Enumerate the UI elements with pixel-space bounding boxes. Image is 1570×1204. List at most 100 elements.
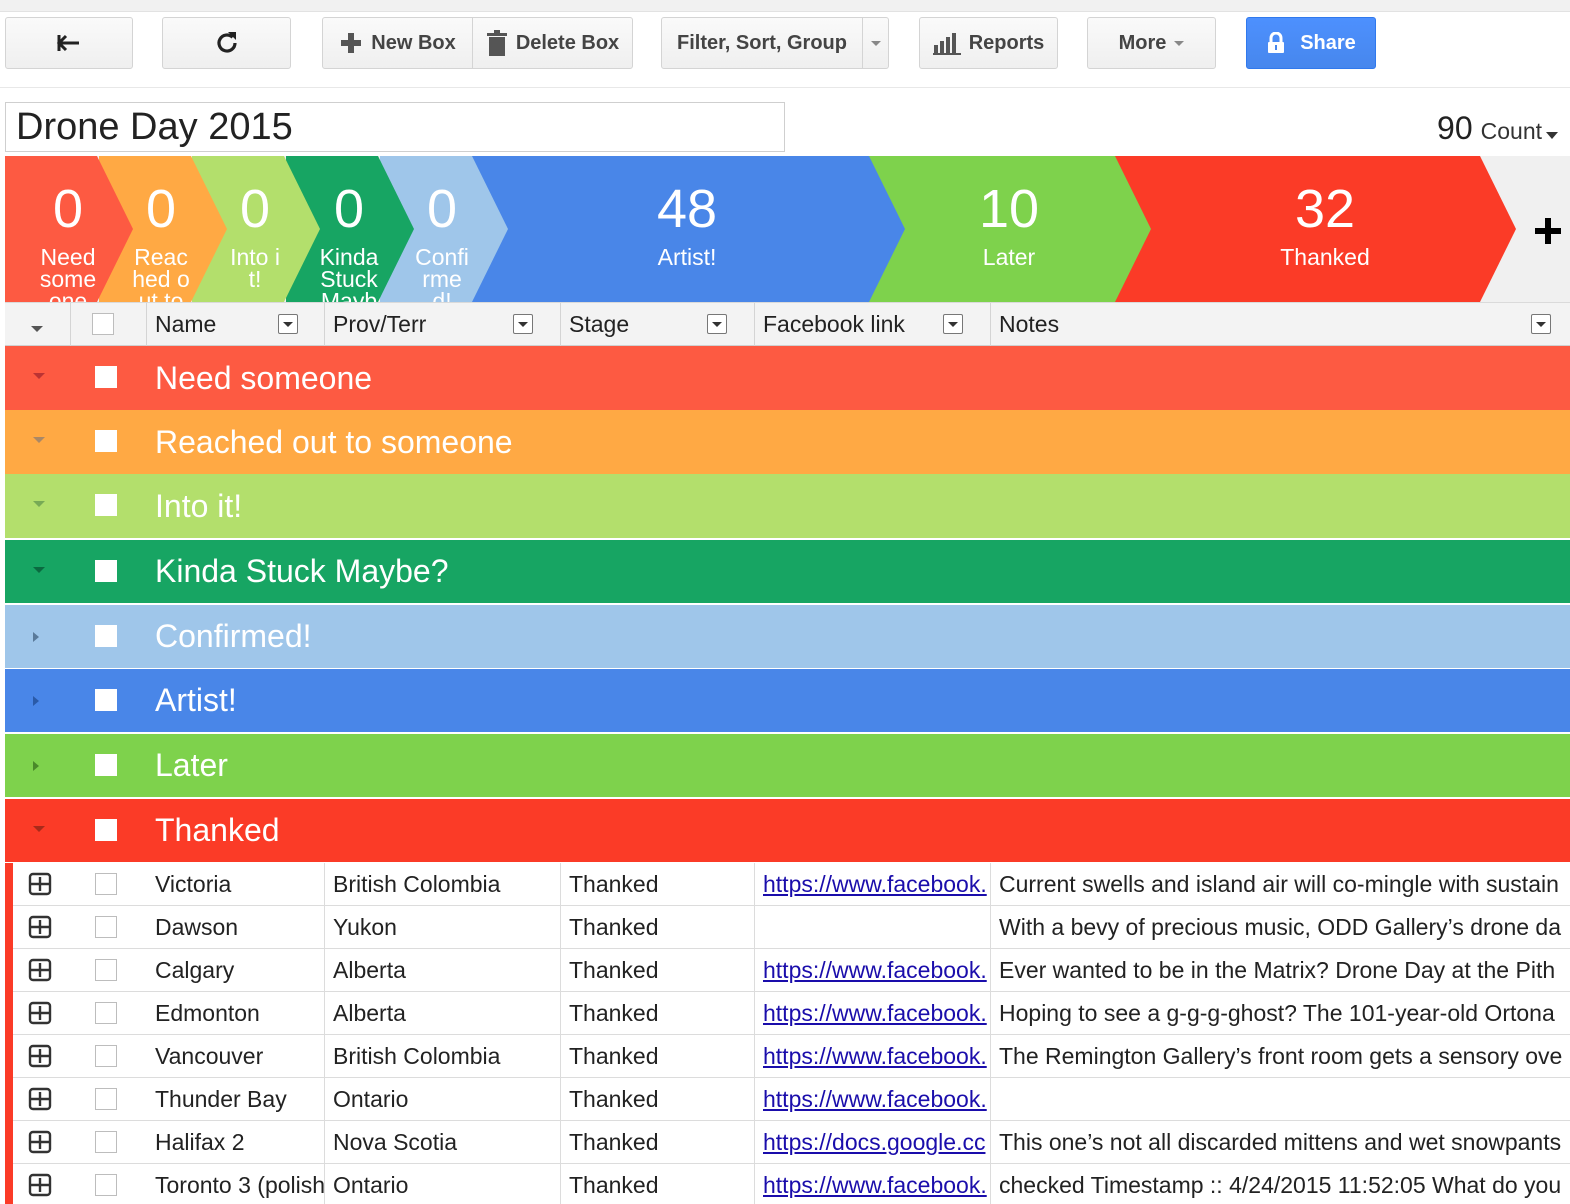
chevron-down-icon[interactable] [33, 567, 45, 573]
more-button[interactable]: More [1087, 17, 1216, 69]
cell-notes[interactable]: checked Timestamp :: 4/24/2015 11:52:05 … [991, 1164, 1570, 1204]
chevron-down-icon[interactable] [33, 501, 45, 507]
cell-stage[interactable]: Thanked [561, 906, 755, 949]
cell-stage[interactable]: Thanked [561, 992, 755, 1035]
table-row[interactable]: Toronto 3 (polish Ontario Thanked https:… [5, 1164, 1570, 1204]
cell-stage[interactable]: Thanked [561, 1121, 755, 1164]
group-row-need-someone[interactable]: Need someone [5, 346, 1570, 410]
collapse-all-toggle[interactable] [5, 303, 71, 346]
cell-notes[interactable]: Ever wanted to be in the Matrix? Drone D… [991, 949, 1570, 992]
table-row[interactable]: Calgary Alberta Thanked https://www.face… [5, 949, 1570, 992]
column-menu-icon[interactable] [1531, 314, 1551, 334]
cell-stage[interactable]: Thanked [561, 1035, 755, 1078]
cell-facebook-link[interactable]: https://www.facebook. [755, 863, 991, 906]
cell-prov[interactable]: Alberta [325, 949, 561, 992]
share-button[interactable]: Share [1246, 17, 1376, 69]
select-all-checkbox[interactable] [92, 313, 114, 335]
row-checkbox[interactable] [95, 1002, 117, 1024]
cell-name[interactable]: Calgary [147, 949, 325, 992]
add-stage-button[interactable] [1534, 202, 1562, 257]
cell-notes[interactable] [991, 1078, 1570, 1121]
cell-name[interactable]: Dawson [147, 906, 325, 949]
cell-name[interactable]: Edmonton [147, 992, 325, 1035]
box-open-icon[interactable] [27, 1129, 53, 1155]
cell-facebook-link[interactable]: https://docs.google.cc [755, 1121, 991, 1164]
cell-facebook-link[interactable]: https://www.facebook. [755, 949, 991, 992]
stage-thanked[interactable]: 32 Thanked [1115, 156, 1516, 302]
group-checkbox[interactable] [95, 430, 117, 452]
row-checkbox[interactable] [95, 1174, 117, 1196]
facebook-link[interactable]: https://www.facebook. [763, 1172, 987, 1198]
row-checkbox[interactable] [95, 1088, 117, 1110]
facebook-link[interactable]: https://docs.google.cc [763, 1129, 985, 1155]
cell-prov[interactable]: Ontario [325, 1164, 561, 1204]
table-row[interactable]: Edmonton Alberta Thanked https://www.fac… [5, 992, 1570, 1035]
group-checkbox[interactable] [95, 494, 117, 516]
cell-facebook-link[interactable]: https://www.facebook. [755, 1078, 991, 1121]
group-row-later[interactable]: Later [5, 734, 1570, 797]
cell-prov[interactable]: Alberta [325, 992, 561, 1035]
table-row[interactable]: Thunder Bay Ontario Thanked https://www.… [5, 1078, 1570, 1121]
table-row[interactable]: Victoria British Colombia Thanked https:… [5, 863, 1570, 906]
group-checkbox[interactable] [95, 560, 117, 582]
cell-name[interactable]: Toronto 3 (polish [147, 1164, 325, 1204]
column-menu-icon[interactable] [513, 314, 533, 334]
group-checkbox[interactable] [95, 625, 117, 647]
box-open-icon[interactable] [27, 914, 53, 940]
table-row[interactable]: Halifax 2 Nova Scotia Thanked https://do… [5, 1121, 1570, 1164]
box-open-icon[interactable] [27, 1172, 53, 1198]
group-row-into-it[interactable]: Into it! [5, 474, 1570, 538]
cell-name[interactable]: Victoria [147, 863, 325, 906]
facebook-link[interactable]: https://www.facebook. [763, 1000, 987, 1026]
column-menu-icon[interactable] [278, 314, 298, 334]
column-header-notes[interactable]: Notes [991, 303, 1570, 346]
chevron-right-icon[interactable] [33, 761, 39, 771]
box-open-icon[interactable] [27, 957, 53, 983]
cell-prov[interactable]: Ontario [325, 1078, 561, 1121]
cell-notes[interactable]: The Remington Gallery’s front room gets … [991, 1035, 1570, 1078]
cell-notes[interactable]: Current swells and island air will co-mi… [991, 863, 1570, 906]
chevron-right-icon[interactable] [33, 632, 39, 642]
chevron-down-icon[interactable] [33, 826, 45, 832]
group-checkbox[interactable] [95, 819, 117, 841]
group-row-artist[interactable]: Artist! [5, 669, 1570, 732]
filter-dropdown-button[interactable] [862, 17, 889, 69]
group-row-reached-out[interactable]: Reached out to someone [5, 410, 1570, 474]
row-checkbox[interactable] [95, 873, 117, 895]
cell-stage[interactable]: Thanked [561, 949, 755, 992]
column-header-stage[interactable]: Stage [561, 303, 755, 346]
group-checkbox[interactable] [95, 366, 117, 388]
row-checkbox[interactable] [95, 916, 117, 938]
cell-stage[interactable]: Thanked [561, 1078, 755, 1121]
cell-facebook-link[interactable]: https://www.facebook. [755, 992, 991, 1035]
pipeline-title-input[interactable]: Drone Day 2015 [5, 102, 785, 152]
cell-stage[interactable]: Thanked [561, 1164, 755, 1204]
cell-notes[interactable]: This one’s not all discarded mittens and… [991, 1121, 1570, 1164]
row-checkbox[interactable] [95, 1045, 117, 1067]
cell-name[interactable]: Thunder Bay [147, 1078, 325, 1121]
box-open-icon[interactable] [27, 1086, 53, 1112]
cell-prov[interactable]: Nova Scotia [325, 1121, 561, 1164]
count-selector[interactable]: 90 Count [1437, 110, 1558, 147]
row-checkbox[interactable] [95, 959, 117, 981]
cell-name[interactable]: Halifax 2 [147, 1121, 325, 1164]
column-menu-icon[interactable] [943, 314, 963, 334]
reports-button[interactable]: Reports [919, 17, 1058, 69]
cell-facebook-link[interactable] [755, 906, 991, 949]
stage-later[interactable]: 10 Later [869, 156, 1151, 302]
column-menu-icon[interactable] [707, 314, 727, 334]
new-box-button[interactable]: New Box [322, 17, 473, 69]
table-row[interactable]: Dawson Yukon Thanked With a bevy of prec… [5, 906, 1570, 949]
facebook-link[interactable]: https://www.facebook. [763, 1086, 987, 1112]
cell-facebook-link[interactable]: https://www.facebook. [755, 1164, 991, 1204]
cell-prov[interactable]: British Colombia [325, 1035, 561, 1078]
box-open-icon[interactable] [27, 1000, 53, 1026]
stage-artist[interactable]: 48 Artist! [472, 156, 905, 302]
cell-notes[interactable]: With a bevy of precious music, ODD Galle… [991, 906, 1570, 949]
back-button[interactable] [5, 17, 133, 69]
refresh-button[interactable] [162, 17, 291, 69]
column-header-prov[interactable]: Prov/Terr [325, 303, 561, 346]
box-open-icon[interactable] [27, 871, 53, 897]
group-row-thanked[interactable]: Thanked [5, 799, 1570, 862]
facebook-link[interactable]: https://www.facebook. [763, 871, 987, 897]
